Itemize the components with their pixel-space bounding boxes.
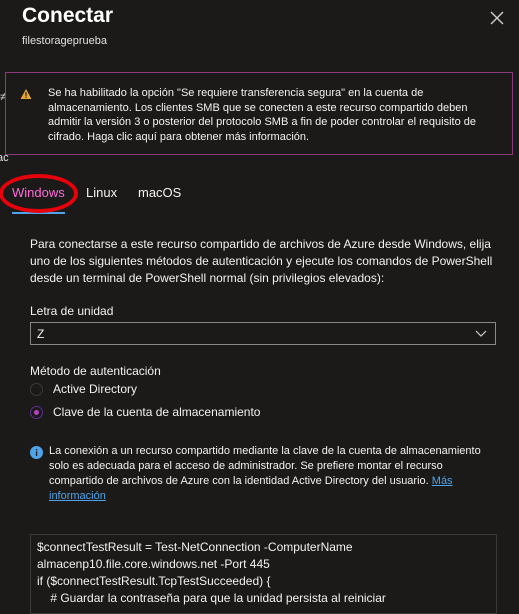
annotation-circle — [0, 174, 78, 213]
panel-title: Conectar — [22, 4, 114, 27]
radio-button[interactable] — [30, 383, 43, 396]
close-icon — [490, 11, 504, 25]
radio-label: Clave de la cuenta de almacenamiento — [53, 405, 261, 419]
radio-button[interactable] — [30, 406, 43, 419]
info-text-block: La conexión a un recurso compartido medi… — [49, 444, 489, 504]
code-line: almacenp10.file.core.windows.net -Port 4… — [37, 557, 270, 571]
tab-linux[interactable]: Linux — [86, 185, 117, 200]
close-button[interactable] — [487, 8, 507, 28]
auth-method-label: Método de autenticación — [30, 364, 161, 378]
code-line: $connectTestResult = Test-NetConnection … — [37, 540, 353, 554]
radio-label: Active Directory — [53, 382, 138, 396]
panel-subtitle: filestorageprueba — [22, 35, 108, 47]
powershell-code-block[interactable]: $connectTestResult = Test-NetConnection … — [30, 534, 497, 614]
secure-transfer-banner[interactable]: Se ha habilitado la opción "Se requiere … — [5, 72, 513, 155]
drive-letter-label: Letra de unidad — [30, 304, 114, 318]
tab-macos[interactable]: macOS — [138, 185, 181, 200]
banner-message: Se ha habilitado la opción "Se requiere … — [48, 87, 477, 143]
code-line: if ($connectTestResult.TcpTestSucceeded)… — [37, 574, 271, 588]
info-icon — [30, 446, 43, 464]
warning-icon — [20, 87, 32, 105]
drive-letter-value: Z — [37, 327, 45, 341]
chevron-down-icon — [475, 327, 487, 342]
info-text: La conexión a un recurso compartido medi… — [49, 445, 481, 487]
instructions-text: Para conectarse a este recurso compartid… — [30, 237, 493, 285]
code-line: # Guardar la contraseña para que la unid… — [37, 591, 386, 605]
os-tabs: Windows Linux macOS — [0, 178, 519, 214]
drive-letter-dropdown[interactable]: Z — [30, 322, 496, 345]
